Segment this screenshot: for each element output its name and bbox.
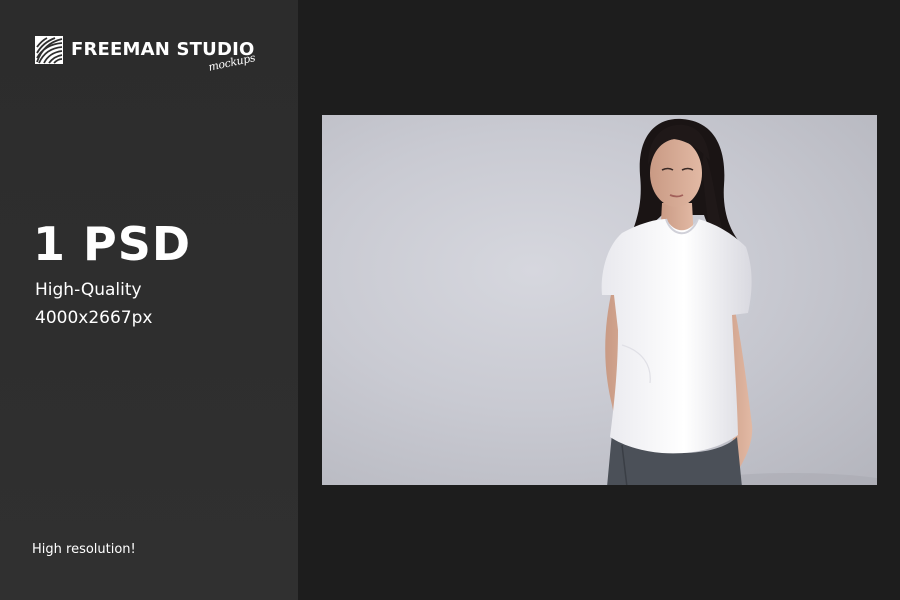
model-in-white-tshirt-photo (601, 118, 877, 485)
footer-note: High resolution! (32, 542, 136, 557)
quality-label: High-Quality (35, 280, 142, 300)
mockup-preview-photo (322, 115, 877, 485)
resolution-label: 4000x2667px (35, 308, 153, 328)
product-headline: 1 PSD (33, 217, 192, 271)
sidebar-panel: FREEMAN STUDIO mockups 1 PSD High-Qualit… (0, 0, 298, 600)
fingerprint-stripes-icon (35, 36, 63, 64)
